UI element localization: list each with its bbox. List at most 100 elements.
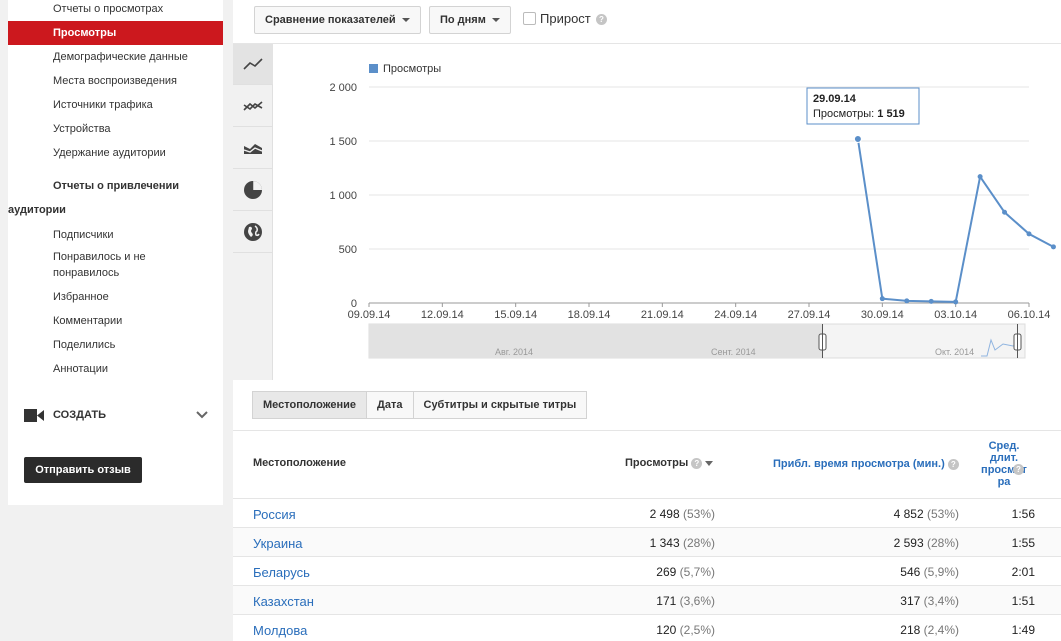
sidebar-item-comments[interactable]: Комментарии	[53, 314, 122, 328]
sidebar-item-traffic-sources[interactable]: Источники трафика	[53, 98, 153, 112]
area-chart-icon	[243, 144, 263, 154]
location-link[interactable]: Россия	[253, 507, 296, 522]
sidebar-item-devices[interactable]: Устройства	[53, 122, 111, 136]
sidebar-heading-engagement-cont[interactable]: аудитории	[8, 204, 66, 216]
data-point[interactable]	[977, 174, 983, 180]
watch-time-cell: 4 852 (53%)	[894, 507, 959, 521]
line-chart-icon	[243, 58, 263, 70]
location-link[interactable]: Казахстан	[253, 594, 314, 609]
growth-checkbox[interactable]	[523, 12, 536, 25]
header-watch-time[interactable]: Прибл. время просмотра (мин.) ?	[773, 458, 959, 470]
send-feedback-button[interactable]: Отправить отзыв	[24, 457, 142, 483]
sidebar-item-subscribers[interactable]: Подписчики	[53, 228, 114, 242]
navigator-label-oct: Окт. 2014	[935, 347, 974, 357]
line-chart-button[interactable]	[233, 44, 273, 85]
data-point[interactable]	[879, 296, 885, 302]
views-value: 269	[656, 565, 677, 579]
legend-label: Просмотры	[383, 63, 441, 75]
watch-time-cell: 218 (2,4%)	[900, 623, 959, 637]
data-point[interactable]	[953, 299, 959, 305]
y-tick-label: 500	[339, 244, 357, 256]
header-avg-duration[interactable]: Сред. длит. просмот ра	[969, 440, 1039, 488]
views-value: 1 343	[649, 536, 680, 550]
views-value: 171	[656, 594, 677, 608]
views-pct: (53%)	[682, 507, 715, 521]
sidebar-item-likes-cont[interactable]: понравилось	[53, 266, 119, 280]
data-point[interactable]	[1026, 231, 1032, 237]
data-point[interactable]	[904, 298, 910, 304]
tooltip-label: Просмотры:	[813, 108, 874, 120]
sidebar-item-audience-retention[interactable]: Удержание аудитории	[53, 146, 166, 160]
header-views-label: Просмотры	[625, 457, 689, 469]
navigator-label-sep: Сент. 2014	[711, 347, 756, 357]
pie-chart-button[interactable]	[233, 170, 273, 211]
header-location[interactable]: Местоположение	[253, 457, 346, 469]
pie-chart-icon	[244, 181, 262, 199]
table-row: Молдова 120 (2,5%) 218 (2,4%) 1:49	[233, 615, 1061, 641]
views-value: 120	[656, 623, 677, 637]
help-icon[interactable]: ?	[947, 458, 959, 470]
table-body: Россия 2 498 (53%) 4 852 (53%) 1:56 Украина 1…	[233, 499, 1061, 641]
sidebar-item-playback-locations[interactable]: Места воспроизведения	[53, 74, 177, 88]
chart-legend: Просмотры	[369, 63, 441, 75]
series-line	[856, 138, 1054, 303]
video-camera-icon	[24, 409, 44, 422]
stats-table: Местоположение Просмотры ? Прибл. время …	[233, 430, 1061, 641]
sidebar-item-sharing[interactable]: Поделились	[53, 338, 115, 352]
compare-metrics-dropdown[interactable]: Сравнение показателей	[254, 6, 421, 34]
views-cell: 171 (3,6%)	[656, 594, 715, 608]
area-chart-button[interactable]	[233, 128, 273, 169]
avg-duration-cell: 2:01	[1011, 565, 1035, 579]
tooltip-date: 29.09.14	[813, 93, 857, 105]
watch-time-cell: 546 (5,9%)	[900, 565, 959, 579]
sidebar-item-likes[interactable]: Понравилось и не	[53, 250, 146, 264]
chart-grid	[369, 86, 1029, 304]
compare-metrics-label: Сравнение показателей	[265, 14, 396, 26]
globe-icon	[244, 223, 262, 241]
sidebar-item-demographics[interactable]: Демографические данные	[53, 50, 188, 64]
help-icon[interactable]: ?	[691, 457, 703, 469]
watch-time-value: 218	[900, 623, 921, 637]
sidebar-item-annotations[interactable]: Аннотации	[53, 362, 108, 376]
watch-time-pct: (2,4%)	[923, 623, 959, 637]
header-views[interactable]: Просмотры ?	[625, 457, 714, 469]
help-icon[interactable]: ?	[596, 14, 607, 25]
data-point[interactable]	[853, 134, 862, 143]
period-dropdown[interactable]: По дням	[429, 6, 511, 34]
avg-duration-cell: 1:55	[1011, 536, 1035, 550]
chart-toolbar: Сравнение показателей По дням Прирост ?	[233, 0, 1061, 44]
data-point[interactable]	[928, 298, 934, 304]
location-link[interactable]: Украина	[253, 536, 303, 551]
sidebar-item-views[interactable]: Просмотры	[8, 21, 223, 45]
caret-down-icon	[491, 18, 500, 23]
tab-subtitles[interactable]: Субтитры и скрытые титры	[412, 391, 588, 419]
range-navigator[interactable]: Авг. 2014 Сент. 2014 Окт. 2014	[368, 323, 1026, 359]
x-tick-label: 09.09.14	[348, 309, 391, 321]
location-link[interactable]: Молдова	[253, 623, 307, 638]
views-cell: 269 (5,7%)	[656, 565, 715, 579]
table-header: Местоположение Просмотры ? Прибл. время …	[233, 431, 1061, 499]
watch-time-value: 317	[900, 594, 921, 608]
sidebar-heading-engagement[interactable]: Отчеты о привлечении	[53, 180, 179, 192]
watch-time-pct: (53%)	[926, 507, 959, 521]
location-link[interactable]: Беларусь	[253, 565, 310, 580]
tab-date[interactable]: Дата	[366, 391, 414, 419]
watch-time-pct: (5,9%)	[923, 565, 959, 579]
sidebar-item-view-reports[interactable]: Отчеты о просмотрах	[53, 2, 163, 16]
x-tick-label: 18.09.14	[568, 309, 611, 321]
multi-line-chart-button[interactable]	[233, 86, 273, 127]
sidebar-item-favorites[interactable]: Избранное	[53, 290, 109, 304]
map-chart-button[interactable]	[233, 212, 273, 253]
tab-location[interactable]: Местоположение	[252, 391, 368, 419]
views-value: 2 498	[649, 507, 680, 521]
x-tick-label: 27.09.14	[788, 309, 831, 321]
header-watch-time-label: Прибл. время просмотра (мин.)	[773, 458, 945, 470]
period-label: По дням	[440, 14, 486, 26]
views-cell: 120 (2,5%)	[656, 623, 715, 637]
avg-duration-cell: 1:56	[1011, 507, 1035, 521]
create-section-toggle[interactable]: СОЗДАТЬ	[24, 405, 209, 427]
data-point[interactable]	[1002, 209, 1008, 215]
data-point[interactable]	[1050, 244, 1056, 250]
views-line-chart: Просмотры 05001 0001 5002 000 09.09.14 12…	[329, 63, 1056, 359]
help-icon[interactable]: ?	[1013, 464, 1024, 475]
